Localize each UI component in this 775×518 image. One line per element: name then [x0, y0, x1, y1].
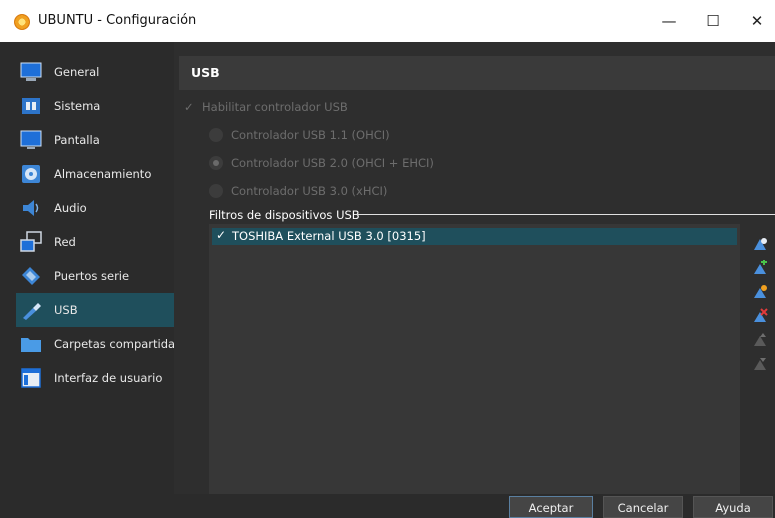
page-title: USB: [191, 65, 220, 80]
chip-icon: [22, 98, 40, 114]
sidebar-item-label: Pantalla: [54, 133, 100, 147]
sidebar-item-pantalla[interactable]: Pantalla: [16, 123, 174, 157]
sidebar-item-label: Audio: [54, 201, 87, 215]
sidebar-item-red[interactable]: Red: [16, 225, 174, 259]
ok-button[interactable]: Aceptar: [509, 496, 593, 518]
sidebar-item-label: USB: [54, 303, 78, 317]
sidebar-item-usb[interactable]: USB: [16, 293, 174, 327]
dialog-footer: Aceptar Cancelar Ayuda: [0, 494, 775, 518]
monitor-general-icon: [20, 62, 42, 81]
section-header: USB: [179, 56, 775, 90]
title-bar: UBUNTU - Configuración — ☐ ✕: [0, 0, 775, 42]
enable-usb-label: Habilitar controlador USB: [202, 100, 348, 114]
usb-icon: [23, 303, 41, 320]
list-item[interactable]: ✓ TOSHIBA External USB 3.0 [0315]: [212, 228, 737, 245]
sidebar-item-carpetas-compartidas[interactable]: Carpetas compartidas: [16, 327, 181, 361]
usb-filter-remove-icon[interactable]: [752, 308, 768, 324]
filter-checkbox[interactable]: ✓: [216, 228, 226, 242]
usb11-radio[interactable]: [209, 128, 223, 142]
sidebar-item-label: Sistema: [54, 99, 101, 113]
sidebar-item-general[interactable]: General: [16, 55, 174, 89]
maximize-button[interactable]: ☐: [698, 8, 728, 34]
usb-settings-panel: USB ✓ Habilitar controlador USB Controla…: [174, 42, 775, 494]
sidebar-item-label: Interfaz de usuario: [54, 371, 163, 385]
sidebar-item-label: Carpetas compartidas: [54, 337, 182, 351]
sidebar-item-puertos-serie[interactable]: Puertos serie: [16, 259, 174, 293]
sidebar-item-label: Red: [54, 235, 76, 249]
usb11-label: Controlador USB 1.1 (OHCI): [231, 128, 390, 142]
filter-label: TOSHIBA External USB 3.0 [0315]: [232, 229, 426, 243]
usb-filters-list[interactable]: ✓ TOSHIBA External USB 3.0 [0315]: [209, 224, 740, 494]
minimize-button[interactable]: —: [654, 8, 684, 34]
sidebar-item-label: General: [54, 65, 100, 79]
speaker-icon: [23, 200, 39, 216]
display-icon: [20, 130, 42, 149]
usb30-radio[interactable]: [209, 184, 223, 198]
usb-filter-down-icon[interactable]: [752, 356, 768, 372]
disk-icon: [22, 165, 40, 183]
folder-icon: [21, 338, 41, 352]
usb-filter-new-icon[interactable]: [752, 236, 768, 252]
virtualbox-app-icon: [14, 14, 30, 30]
sidebar-item-interfaz-de-usuario[interactable]: Interfaz de usuario: [16, 361, 174, 395]
serial-port-icon: [22, 267, 40, 285]
window-icon: [21, 368, 41, 388]
usb-filter-add-icon[interactable]: [752, 260, 768, 276]
sidebar-item-label: Puertos serie: [54, 269, 130, 283]
sidebar-item-almacenamiento[interactable]: Almacenamiento: [16, 157, 174, 191]
usb-filters-label: Filtros de dispositivos USB: [209, 208, 360, 222]
sidebar-item-audio[interactable]: Audio: [16, 191, 174, 225]
close-button[interactable]: ✕: [742, 8, 772, 34]
usb30-label: Controlador USB 3.0 (xHCI): [231, 184, 388, 198]
sidebar-item-label: Almacenamiento: [54, 167, 152, 181]
enable-usb-checkbox[interactable]: ✓: [184, 100, 194, 114]
window-title: UBUNTU - Configuración: [38, 13, 197, 28]
cancel-button[interactable]: Cancelar: [603, 496, 683, 518]
usb20-radio[interactable]: [209, 156, 223, 170]
usb20-label: Controlador USB 2.0 (OHCI + EHCI): [231, 156, 434, 170]
help-button[interactable]: Ayuda: [693, 496, 773, 518]
usb-filter-edit-icon[interactable]: [752, 284, 768, 300]
network-icon: [20, 231, 42, 252]
usb-filter-up-icon[interactable]: [752, 332, 768, 348]
sidebar-item-sistema[interactable]: Sistema: [16, 89, 174, 123]
settings-sidebar: General Sistema Pantalla Almacenamiento …: [0, 42, 181, 494]
section-divider: [354, 214, 775, 215]
